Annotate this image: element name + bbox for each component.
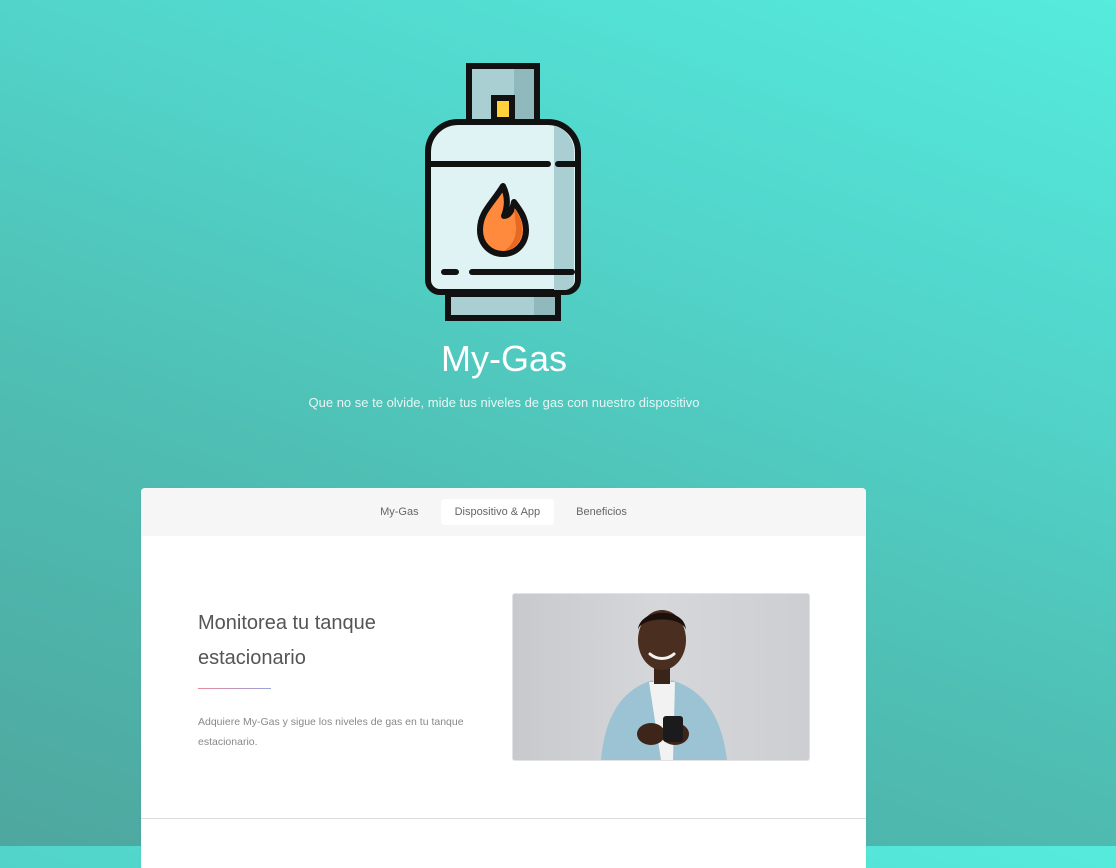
content-card: My-Gas Dispositivo & App Beneficios Moni…	[141, 488, 866, 868]
tab-dispositivo-app[interactable]: Dispositivo & App	[440, 499, 555, 525]
section-heading: Monitorea tu tanque estacionario	[198, 612, 376, 669]
man-with-phone-photo	[512, 593, 810, 761]
gas-tank-icon	[422, 62, 584, 322]
site-title: My-Gas	[441, 338, 567, 379]
tab-navigation: My-Gas Dispositivo & App Beneficios	[141, 488, 866, 536]
heading-divider	[198, 688, 271, 689]
section-separator	[141, 818, 866, 819]
section-description: Adquiere My-Gas y sigue los niveles de g…	[198, 716, 464, 748]
tab-my-gas[interactable]: My-Gas	[366, 499, 433, 525]
site-subtitle: Que no se te olvide, mide tus niveles de…	[308, 395, 700, 410]
tab-beneficios[interactable]: Beneficios	[562, 499, 641, 525]
